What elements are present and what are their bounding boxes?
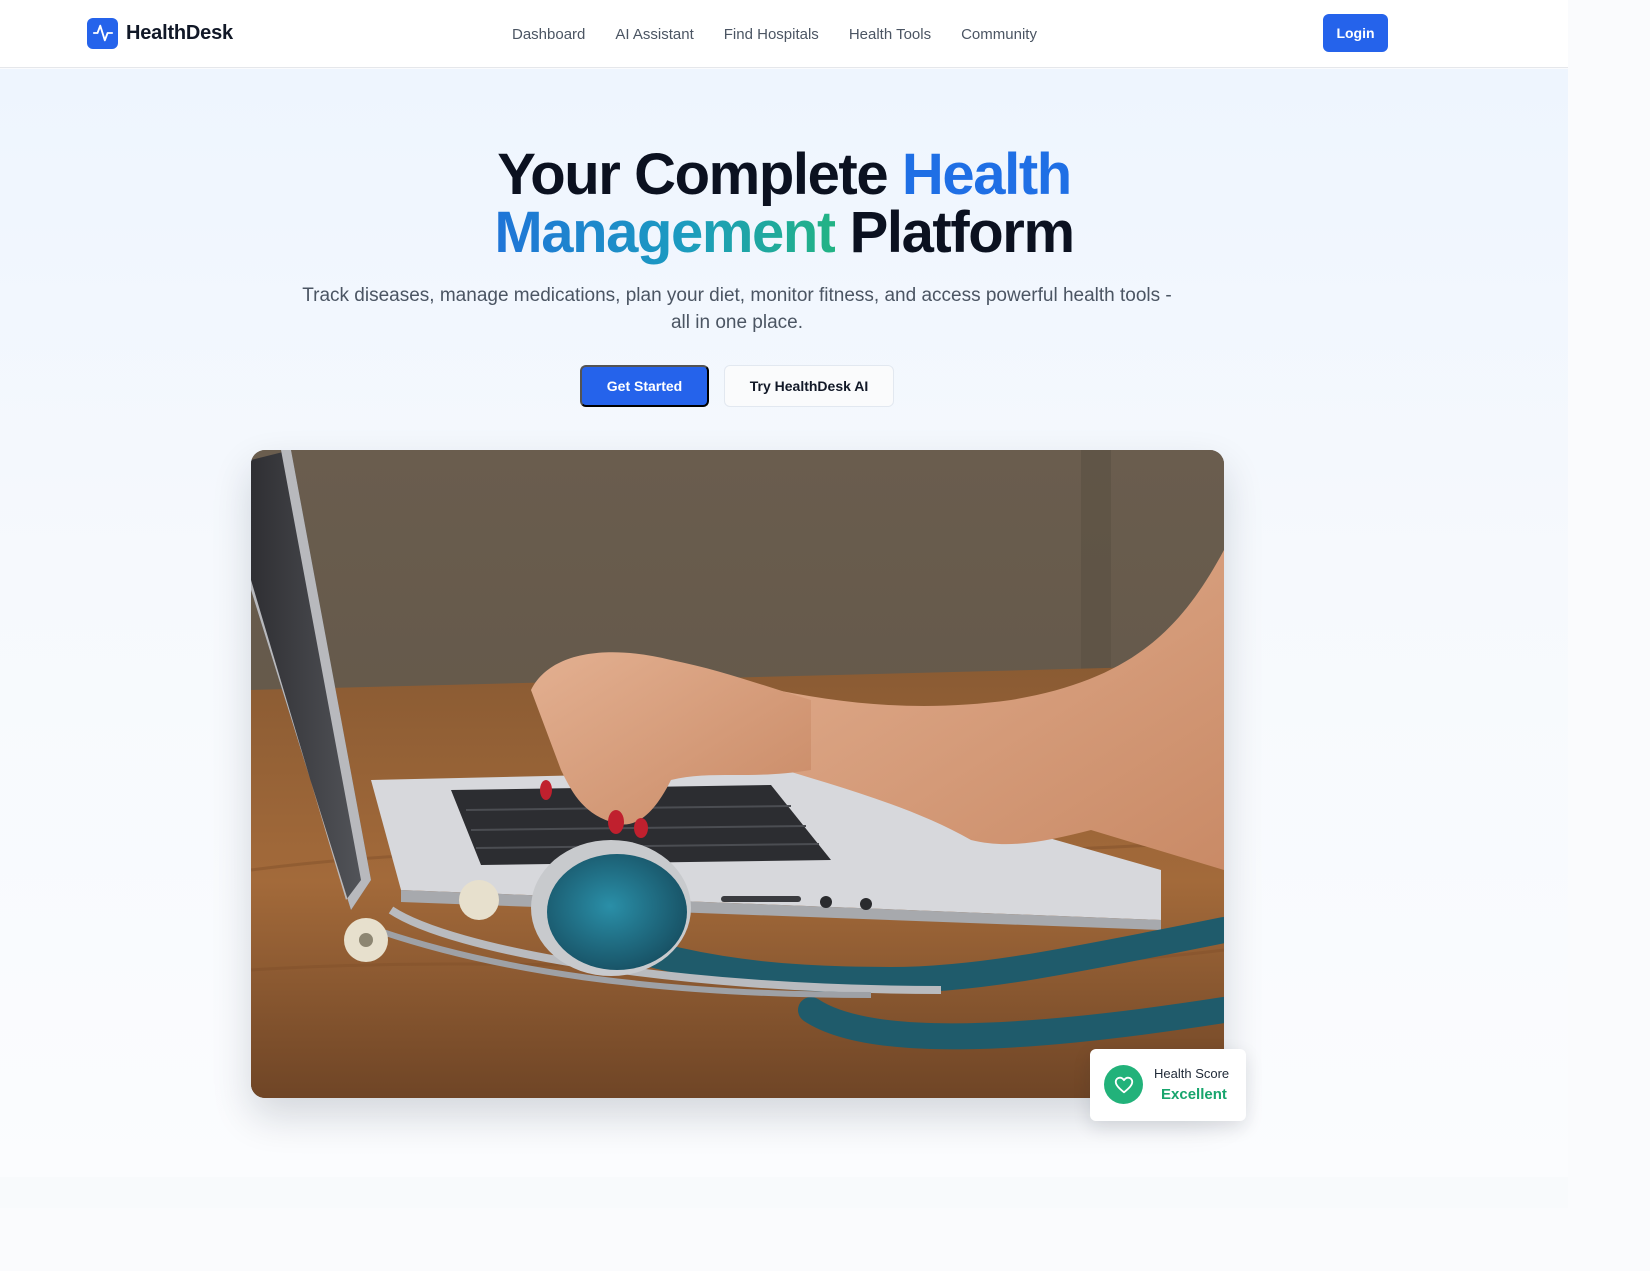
nav-link-dashboard[interactable]: Dashboard [497,26,600,43]
hero-subtitle: Track diseases, manage medications, plan… [302,285,1172,333]
brand-name: HealthDesk [126,21,233,44]
main-nav: Dashboard AI Assistant Find Hospitals He… [497,0,1052,68]
heart-icon [1104,1065,1143,1104]
nav-link-community[interactable]: Community [946,26,1052,43]
get-started-button[interactable]: Get Started [580,365,709,407]
health-score-card: Health Score Excellent [1090,1049,1246,1121]
hero-title-part-2: Platform [834,200,1075,265]
hero-title-line-1: Your Complete Health [0,146,1568,204]
navbar: HealthDesk Dashboard AI Assistant Find H… [0,0,1568,68]
hero-title-highlight-health: Health [901,142,1072,207]
health-score-label: Health Score [1154,1066,1230,1081]
activity-pulse-icon [87,17,118,49]
health-score-value: Excellent [1161,1086,1227,1103]
hero-title-highlight-management: Management [494,200,836,265]
hero-title-line-2: Management Platform [0,204,1568,262]
hero-cta-group: Get Started Try HealthDesk AI [580,365,894,407]
try-ai-button[interactable]: Try HealthDesk AI [724,365,894,407]
hero-title: Your Complete Health Management Platform [0,146,1568,262]
laptop-stethoscope-photo [251,450,1224,1098]
login-button[interactable]: Login [1323,14,1388,52]
nav-link-ai-assistant[interactable]: AI Assistant [600,26,708,43]
nav-link-health-tools[interactable]: Health Tools [834,26,946,43]
brand-logo-link[interactable]: HealthDesk [87,17,233,49]
nav-link-find-hospitals[interactable]: Find Hospitals [709,26,834,43]
hero-title-part-1: Your Complete [497,142,902,207]
next-section-band [0,1177,1568,1208]
hero-image [251,450,1224,1098]
